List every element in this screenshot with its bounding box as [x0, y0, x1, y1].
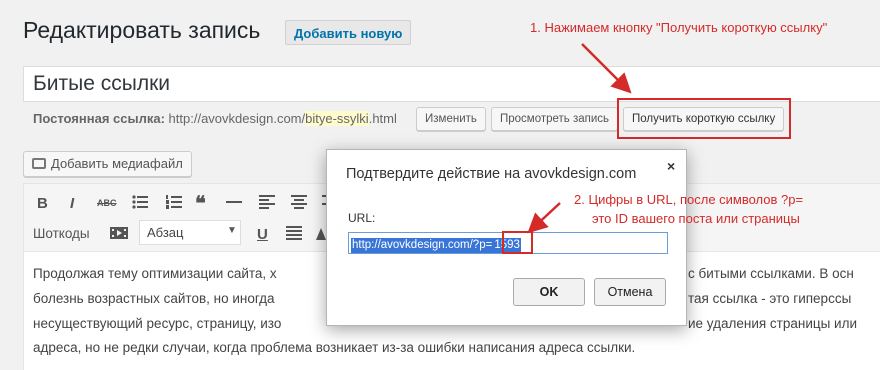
permalink-url-prefix[interactable]: http://avovkdesign.com/ [169, 111, 306, 126]
add-new-button[interactable]: Добавить новую [285, 20, 412, 45]
ok-button[interactable]: OK [513, 278, 585, 306]
justify-icon[interactable] [286, 226, 302, 244]
numbered-list-icon[interactable] [166, 195, 182, 213]
text-color-icon[interactable] [316, 227, 326, 245]
dialog-title: Подтвердите действие на avovkdesign.com [346, 166, 637, 182]
blockquote-button[interactable]: ❝ [195, 191, 206, 216]
strikethrough-button[interactable]: ABC [97, 198, 117, 208]
annotation-step1: 1. Нажимаем кнопку "Получить короткую сс… [530, 20, 828, 35]
content-line-3: несуществующий ресурс, страницу, изо [33, 316, 282, 331]
add-media-button[interactable]: Добавить медиафайл [23, 151, 192, 177]
shortcodes-button[interactable]: Шоткоды [33, 226, 90, 241]
close-icon[interactable]: × [667, 158, 675, 174]
post-title-value: Битые ссылки [33, 72, 171, 95]
confirm-dialog: Подтвердите действие на avovkdesign.com … [326, 149, 687, 326]
hr-icon[interactable] [226, 195, 242, 213]
underline-button[interactable]: U [257, 226, 268, 243]
url-id-highlight [502, 231, 533, 254]
media-icon [32, 158, 46, 169]
align-center-icon[interactable] [291, 195, 307, 213]
video-icon[interactable] [110, 226, 128, 244]
permalink-url-suffix[interactable]: .html [369, 111, 397, 126]
content-line-4: адреса, но не редки случаи, когда пробле… [33, 340, 636, 355]
italic-button[interactable]: I [70, 195, 74, 212]
chevron-down-icon: ▼ [227, 225, 237, 236]
content-line-2: болезнь возрастных сайтов, но иногда [33, 291, 275, 306]
bold-button[interactable]: B [37, 195, 48, 212]
edit-permalink-button[interactable]: Изменить [416, 107, 486, 131]
page-title: Редактировать запись [23, 17, 261, 43]
content-line-2-end: тая ссылка - это гиперссы [688, 291, 852, 306]
align-left-icon[interactable] [259, 195, 275, 213]
annotation-step2-line2: это ID вашего поста или страницы [592, 211, 800, 226]
post-title-input[interactable]: Битые ссылки [23, 66, 880, 102]
bullet-list-icon[interactable] [132, 195, 148, 213]
add-media-label: Добавить медиафайл [51, 156, 183, 171]
cancel-button[interactable]: Отмена [594, 278, 666, 306]
format-select-value: Абзац [147, 225, 184, 240]
content-line-3-end: ие удаления страницы или [688, 316, 858, 331]
permalink-label: Постоянная ссылка: [33, 111, 165, 126]
format-select[interactable]: Абзац ▼ [139, 220, 241, 245]
content-line-1: Продолжая тему оптимизации сайта, х [33, 266, 277, 281]
view-post-button[interactable]: Просмотреть запись [491, 107, 619, 131]
shortlink-highlight [617, 98, 791, 139]
dialog-url-label: URL: [348, 211, 376, 225]
annotation-step2-line1: 2. Цифры в URL, после символов ?p= [574, 192, 804, 207]
permalink-slug[interactable]: bitye-ssylki [305, 111, 369, 126]
dialog-url-input[interactable]: http://avovkdesign.com/?p= 1593 [348, 231, 668, 254]
content-line-1-end: с битыми ссылками. В осн [688, 266, 854, 281]
permalink: Постоянная ссылка: http://avovkdesign.co… [33, 111, 397, 126]
dialog-url-prefix: http://avovkdesign.com/?p= [351, 238, 494, 253]
